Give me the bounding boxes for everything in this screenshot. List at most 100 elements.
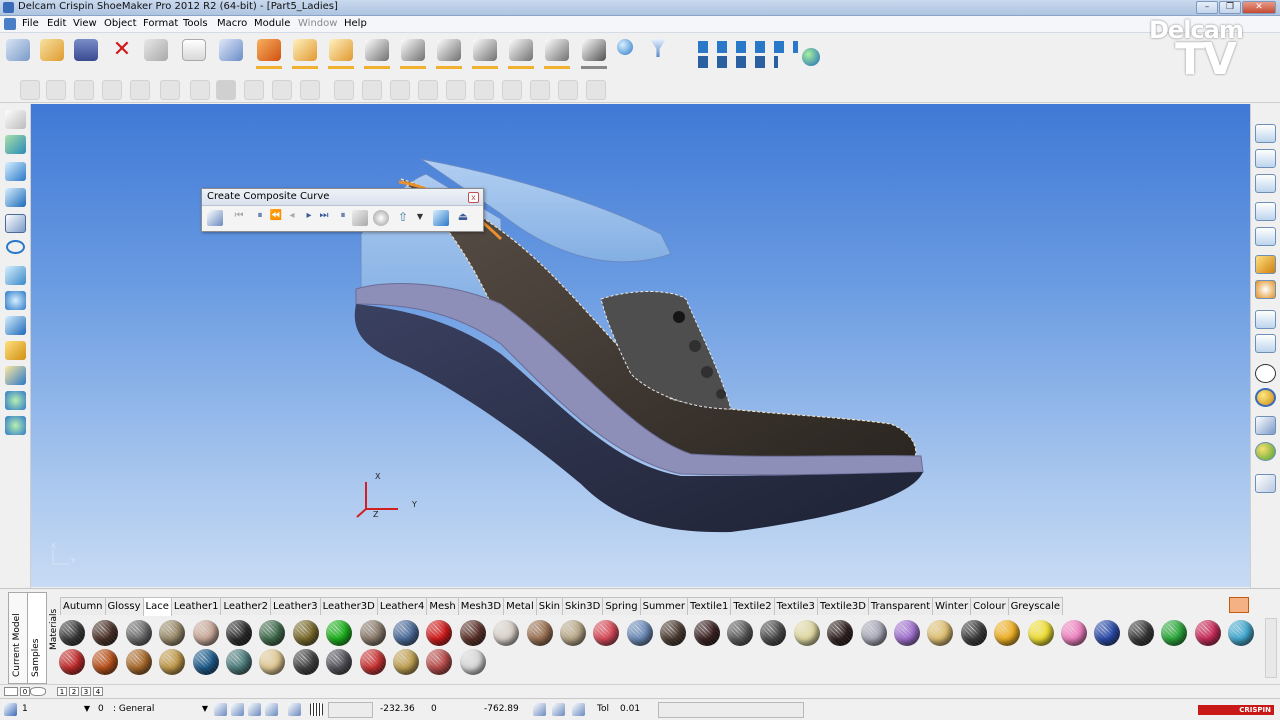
shoe-sole-button[interactable] xyxy=(578,36,608,70)
shoe-style-button-7[interactable] xyxy=(505,36,535,70)
material-swatch[interactable] xyxy=(1061,620,1087,646)
menu-view[interactable]: View xyxy=(73,18,97,29)
material-tab-lace[interactable]: Lace xyxy=(142,597,172,616)
shoe-style-button-3[interactable] xyxy=(361,36,391,70)
close-button[interactable]: ✕ xyxy=(1242,1,1276,14)
material-swatch[interactable] xyxy=(526,620,553,646)
view-side-icon[interactable] xyxy=(1255,149,1276,168)
material-tab-textile3d[interactable]: Textile3D xyxy=(816,597,869,615)
layer-chain-icon[interactable] xyxy=(4,687,18,696)
curve-tool-9[interactable] xyxy=(558,80,578,100)
camera-icon[interactable] xyxy=(1255,227,1276,246)
material-swatch[interactable] xyxy=(326,620,353,646)
material-swatch[interactable] xyxy=(1161,620,1188,646)
tolerance-field[interactable]: 0.01 xyxy=(617,702,654,718)
material-swatch[interactable] xyxy=(560,620,586,646)
funnel-button[interactable] xyxy=(648,36,668,70)
material-swatch[interactable] xyxy=(793,620,820,646)
shoe-style-button-1[interactable] xyxy=(289,36,319,70)
material-swatch[interactable] xyxy=(1194,620,1221,646)
material-tab-textile1[interactable]: Textile1 xyxy=(687,597,732,615)
surface-tool-3[interactable] xyxy=(74,80,94,100)
material-tab-textile3[interactable]: Textile3 xyxy=(773,597,818,615)
material-swatch[interactable] xyxy=(660,620,687,646)
material-swatch[interactable] xyxy=(626,620,653,646)
document-icon[interactable] xyxy=(4,18,16,30)
save-button[interactable] xyxy=(70,36,100,70)
globe-tool-icon[interactable] xyxy=(5,391,26,410)
material-swatch[interactable] xyxy=(59,649,85,675)
zoom-fit-icon[interactable] xyxy=(1255,334,1276,353)
composite-start-icon[interactable] xyxy=(207,210,223,226)
point-icon[interactable] xyxy=(5,188,26,207)
globe-tool-icon-2[interactable] xyxy=(5,416,26,435)
surface-tool-2[interactable] xyxy=(46,80,66,100)
palette-title-bar[interactable]: Create Composite Curve x xyxy=(202,189,483,206)
surface-tool-4[interactable] xyxy=(102,80,122,100)
material-swatch[interactable] xyxy=(359,620,386,646)
material-tab-summer[interactable]: Summer xyxy=(639,597,689,615)
material-swatch[interactable] xyxy=(192,620,219,646)
material-swatch[interactable] xyxy=(393,649,419,675)
grid-icon[interactable] xyxy=(310,703,323,716)
material-swatch[interactable] xyxy=(359,649,386,675)
material-tab-leather3d[interactable]: Leather3D xyxy=(319,597,378,615)
curve-tool-7[interactable] xyxy=(502,80,522,100)
solid-icon[interactable] xyxy=(5,316,26,335)
surface-tool-6[interactable] xyxy=(160,80,180,100)
shoe-style-button-2[interactable] xyxy=(325,36,355,70)
eject-icon[interactable]: ⏏ xyxy=(455,210,471,226)
material-swatch[interactable] xyxy=(727,620,753,646)
split-icon[interactable] xyxy=(433,210,449,226)
last-icon[interactable]: ⏭ xyxy=(316,210,332,226)
material-swatch[interactable] xyxy=(1127,620,1154,646)
tab-samples[interactable]: Samples xyxy=(27,592,47,684)
material-swatch[interactable] xyxy=(1027,620,1054,646)
material-swatch[interactable] xyxy=(827,620,854,646)
view-front-icon[interactable] xyxy=(1255,124,1276,143)
material-swatch[interactable] xyxy=(59,620,85,646)
record-icon[interactable] xyxy=(373,210,389,226)
material-swatch[interactable] xyxy=(693,620,720,646)
help-globe-button[interactable] xyxy=(615,36,635,70)
rotate-view-icon[interactable] xyxy=(1255,255,1276,274)
render-icon[interactable] xyxy=(1255,442,1276,461)
material-swatch[interactable] xyxy=(493,620,520,646)
menu-tools[interactable]: Tools xyxy=(183,18,208,29)
workplane-icon-2[interactable] xyxy=(552,703,565,716)
layer-button-1[interactable]: 1 xyxy=(57,687,67,696)
curve-tool-5[interactable] xyxy=(446,80,466,100)
material-swatch[interactable] xyxy=(994,620,1021,646)
shoe-style-button-4[interactable] xyxy=(397,36,427,70)
3d-viewport[interactable]: X Y Z X Y xyxy=(31,104,1250,587)
snap-icon-3[interactable] xyxy=(248,703,261,716)
composite-curve-icon[interactable] xyxy=(5,214,26,233)
material-swatch[interactable] xyxy=(125,620,152,646)
material-tab-leather4[interactable]: Leather4 xyxy=(376,597,428,615)
material-tab-glossy[interactable]: Glossy xyxy=(104,597,144,615)
tab-materials[interactable]: Materials xyxy=(46,592,60,652)
material-swatch[interactable] xyxy=(292,620,319,646)
shoe-tool-icon[interactable] xyxy=(5,366,26,385)
materials-scrollbar[interactable] xyxy=(1265,618,1277,678)
curve-tool-4[interactable] xyxy=(418,80,438,100)
shoe-style-button-5[interactable] xyxy=(433,36,463,70)
material-swatch[interactable] xyxy=(159,620,186,646)
pause-icon[interactable]: ⏸ xyxy=(252,210,268,226)
material-swatch[interactable] xyxy=(459,620,486,646)
material-tab-leather3[interactable]: Leather3 xyxy=(270,597,321,615)
material-swatch[interactable] xyxy=(1228,620,1254,646)
material-swatch[interactable] xyxy=(960,620,987,646)
surface-tool-7[interactable] xyxy=(190,80,210,100)
step-forward-icon[interactable]: ▸ xyxy=(301,210,317,226)
menu-macro[interactable]: Macro xyxy=(217,18,247,29)
surface-tool-9[interactable] xyxy=(244,80,264,100)
layer-eye-icon[interactable] xyxy=(30,687,46,696)
new-model-button[interactable] xyxy=(2,36,32,70)
rewind-icon[interactable]: ⏪ xyxy=(268,210,284,226)
curve-tools-icons-2[interactable] xyxy=(698,56,778,68)
material-tab-textile2[interactable]: Textile2 xyxy=(730,597,775,615)
up-arrow-icon[interactable]: ⇧ xyxy=(395,210,411,226)
orient-icon[interactable] xyxy=(1255,416,1276,435)
curve-tool-1[interactable] xyxy=(334,80,354,100)
